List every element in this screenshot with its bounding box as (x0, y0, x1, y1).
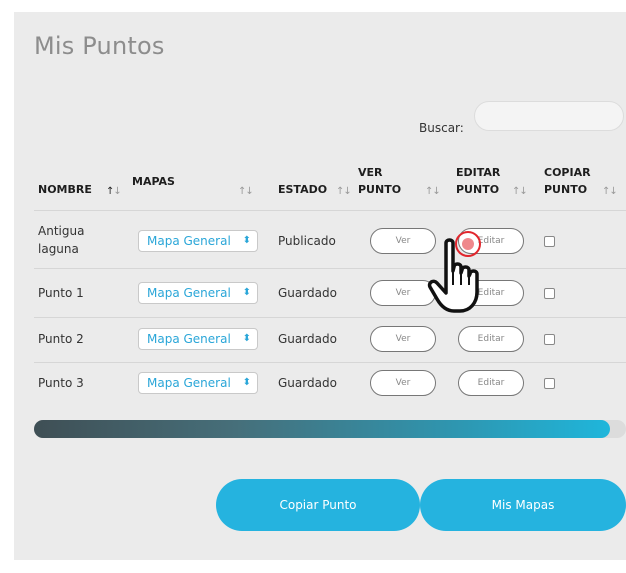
mapa-select[interactable]: Mapa General ⬍ (138, 328, 258, 350)
sort-nombre-icon[interactable]: ↑↓ (106, 186, 122, 197)
ver-button[interactable]: Ver (370, 326, 436, 352)
mis-puntos-panel: Mis Puntos Buscar: NOMBRE ↑↓ MAPAS ↑↓ ES… (14, 12, 626, 560)
row-divider (34, 317, 626, 318)
row-estado: Guardado (278, 376, 337, 390)
header-copiar-line1: COPIAR (544, 166, 591, 179)
header-copiar-line2: PUNTO (544, 183, 588, 196)
page-title: Mis Puntos (34, 32, 165, 60)
row-nombre: Punto 2 (38, 332, 84, 346)
select-arrows-icon: ⬍ (242, 235, 251, 246)
mapa-select-value: Mapa General (147, 234, 231, 248)
copiar-checkbox[interactable] (544, 334, 555, 345)
copiar-checkbox[interactable] (544, 378, 555, 389)
select-arrows-icon: ⬍ (242, 287, 251, 298)
header-editar-line1: EDITAR (456, 166, 501, 179)
select-arrows-icon: ⬍ (242, 377, 251, 388)
editar-button[interactable]: Editar (458, 370, 524, 396)
copiar-checkbox[interactable] (544, 288, 555, 299)
hand-pointer-icon (427, 238, 479, 313)
mapa-select[interactable]: Mapa General ⬍ (138, 230, 258, 252)
row-divider (34, 268, 626, 269)
mapa-select-value: Mapa General (147, 286, 231, 300)
mapa-select[interactable]: Mapa General ⬍ (138, 372, 258, 394)
search-input[interactable] (474, 101, 624, 131)
sort-estado-icon[interactable]: ↑↓ (336, 186, 352, 197)
mis-mapas-button[interactable]: Mis Mapas (420, 479, 626, 531)
sort-editar-icon[interactable]: ↑↓ (512, 186, 528, 197)
header-estado[interactable]: ESTADO (278, 181, 327, 198)
header-ver-line1: VER (358, 166, 383, 179)
header-ver-punto[interactable]: VER PUNTO (358, 164, 401, 198)
select-arrows-icon: ⬍ (242, 333, 251, 344)
sort-copiar-icon[interactable]: ↑↓ (602, 186, 618, 197)
sort-mapas-icon[interactable]: ↑↓ (238, 186, 254, 197)
mapa-select[interactable]: Mapa General ⬍ (138, 282, 258, 304)
row-estado: Guardado (278, 286, 337, 300)
search-label: Buscar: (419, 121, 464, 135)
header-editar-punto[interactable]: EDITAR PUNTO (456, 164, 500, 198)
row-nombre-line2: laguna (38, 242, 79, 256)
ver-button[interactable]: Ver (370, 370, 436, 396)
header-copiar-punto[interactable]: COPIAR PUNTO (544, 164, 591, 198)
row-nombre-line1: Antigua (38, 224, 85, 238)
row-nombre: Punto 1 (38, 286, 84, 300)
row-divider (34, 362, 626, 363)
sort-ver-icon[interactable]: ↑↓ (425, 186, 441, 197)
editar-button[interactable]: Editar (458, 326, 524, 352)
copiar-checkbox[interactable] (544, 236, 555, 247)
row-nombre: Punto 3 (38, 376, 84, 390)
header-editar-line2: PUNTO (456, 183, 500, 196)
horizontal-scrollbar-thumb[interactable] (34, 420, 610, 438)
row-nombre: Antigua laguna (38, 222, 84, 258)
row-estado: Publicado (278, 234, 336, 248)
header-ver-line2: PUNTO (358, 183, 402, 196)
header-mapas[interactable]: MAPAS (132, 173, 175, 190)
header-nombre[interactable]: NOMBRE (38, 181, 92, 198)
mapa-select-value: Mapa General (147, 332, 231, 346)
mapa-select-value: Mapa General (147, 376, 231, 390)
header-divider (34, 210, 626, 211)
copiar-punto-button[interactable]: Copiar Punto (216, 479, 420, 531)
row-estado: Guardado (278, 332, 337, 346)
